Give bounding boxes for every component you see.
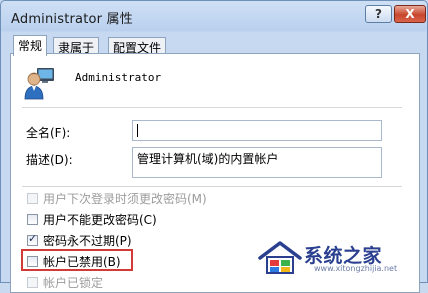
- checkbox-box[interactable]: [27, 213, 38, 225]
- user-account-icon: [24, 68, 54, 100]
- description-label: 描述(D):: [26, 153, 73, 167]
- help-button[interactable]: ?: [365, 5, 392, 23]
- window-title: Administrator 属性: [11, 12, 133, 27]
- checkbox-label: 用户下次登录时须更改密码(M): [43, 191, 207, 206]
- checkbox-must-change-password[interactable]: 用户下次登录时须更改密码(M): [27, 190, 207, 206]
- checkbox-box[interactable]: [27, 276, 38, 288]
- checkbox-box[interactable]: ✓: [27, 231, 38, 246]
- title-bar[interactable]: Administrator 属性 ? X: [1, 1, 427, 31]
- checkbox-box[interactable]: [27, 192, 38, 204]
- house-logo-icon: [258, 241, 302, 274]
- watermark: 系统之家 www.xitongzhijia.net: [254, 238, 424, 278]
- tab-general[interactable]: 常规: [13, 35, 48, 56]
- checkbox-label: 帐户已锁定: [43, 275, 104, 290]
- divider: [22, 186, 402, 187]
- highlight-box: [21, 249, 133, 271]
- checkbox-label: 密码永不过期(P): [43, 233, 132, 248]
- checkbox-password-never-expires[interactable]: ✓ 密码永不过期(P): [27, 232, 132, 248]
- fullname-label: 全名(F):: [26, 126, 71, 140]
- close-button[interactable]: X: [394, 5, 426, 23]
- description-input[interactable]: 管理计算机(域)的内置帐户: [132, 147, 382, 178]
- checkbox-account-locked[interactable]: 帐户已锁定: [27, 274, 103, 290]
- text-caret: [137, 124, 138, 137]
- fullname-input[interactable]: [132, 120, 382, 141]
- user-name-label: Administrator: [75, 71, 162, 84]
- divider: [22, 107, 402, 108]
- checkbox-label: 用户不能更改密码(C): [43, 212, 157, 227]
- checkbox-cannot-change-password[interactable]: 用户不能更改密码(C): [27, 211, 157, 227]
- watermark-url: www.xitongzhijia.net: [314, 264, 398, 273]
- checkmark-icon: ✓: [28, 231, 38, 245]
